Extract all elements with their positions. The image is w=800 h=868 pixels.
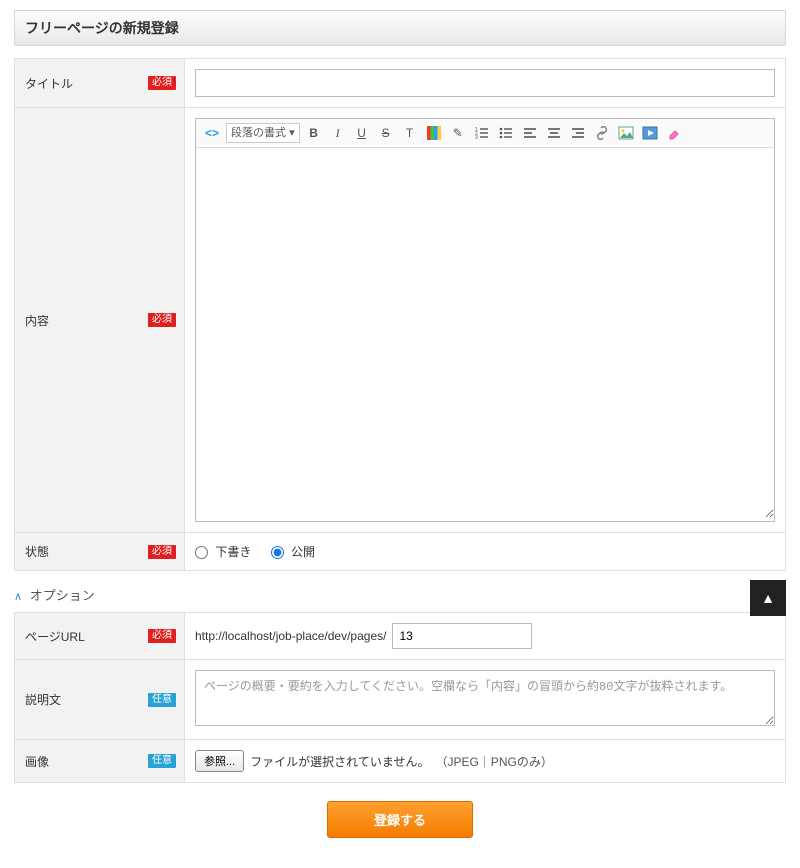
editor-toolbar: <> 段落の書式 ▾ B I U S T ✎ 123 [196, 119, 774, 148]
color-swatch-icon [427, 126, 441, 140]
align-right-icon[interactable] [568, 123, 588, 143]
url-label: ページURL [25, 630, 85, 644]
content-textarea[interactable] [196, 148, 774, 518]
paragraph-format-label: 段落の書式 [231, 127, 286, 139]
underline-icon[interactable]: U [352, 123, 372, 143]
strikethrough-icon[interactable]: S [376, 123, 396, 143]
status-label-cell: 状態 必須 [15, 533, 185, 571]
content-label-cell: 内容 必須 [15, 108, 185, 533]
status-label: 状態 [25, 545, 49, 559]
status-publish-option[interactable]: 公開 [271, 545, 315, 559]
browse-file-button[interactable]: 参照... [195, 750, 244, 772]
url-input-cell: http://localhost/job-place/dev/pages/ [185, 613, 786, 660]
ordered-list-icon[interactable]: 123 [472, 123, 492, 143]
options-section-toggle[interactable]: ∧ オプション [14, 585, 786, 604]
submit-button[interactable]: 登録する [327, 801, 473, 838]
svg-text:3: 3 [475, 135, 478, 140]
back-to-top-button[interactable]: ▲ [750, 580, 786, 616]
edit-pencil-icon[interactable]: ✎ [448, 123, 468, 143]
optional-badge: 任意 [148, 754, 176, 768]
align-left-icon[interactable] [520, 123, 540, 143]
content-label: 内容 [25, 314, 49, 328]
status-draft-radio[interactable] [195, 546, 208, 559]
page-title-text: フリーページの新規登録 [25, 20, 179, 36]
arrow-up-icon: ▲ [761, 590, 775, 606]
page-title: フリーページの新規登録 [14, 10, 786, 46]
link-icon[interactable] [592, 123, 612, 143]
paragraph-format-select[interactable]: 段落の書式 ▾ [226, 123, 300, 143]
options-heading: オプション [30, 588, 95, 603]
title-label-cell: タイトル 必須 [15, 59, 185, 108]
file-format-hint: （JPEG｜PNGのみ） [435, 753, 552, 770]
status-draft-option[interactable]: 下書き [195, 545, 255, 559]
required-badge: 必須 [148, 629, 176, 643]
media-icon[interactable] [640, 123, 660, 143]
image-input-cell: 参照... ファイルが選択されていません。 （JPEG｜PNGのみ） [185, 740, 786, 783]
title-input[interactable] [195, 69, 775, 97]
clear-format-icon[interactable]: T [400, 123, 420, 143]
bold-icon[interactable]: B [304, 123, 324, 143]
caret-up-icon: ∧ [14, 590, 22, 603]
required-badge: 必須 [148, 76, 176, 90]
required-badge: 必須 [148, 545, 176, 559]
image-label-cell: 画像 任意 [15, 740, 185, 783]
status-publish-radio[interactable] [271, 546, 284, 559]
submit-row: 登録する [14, 801, 786, 838]
text-color-icon[interactable] [424, 123, 444, 143]
description-label-cell: 説明文 任意 [15, 660, 185, 740]
eraser-icon[interactable] [664, 123, 684, 143]
italic-icon[interactable]: I [328, 123, 348, 143]
code-icon[interactable]: <> [202, 123, 222, 143]
url-prefix-text: http://localhost/job-place/dev/pages/ [195, 629, 386, 643]
options-form-table: ページURL 必須 http://localhost/job-place/dev… [14, 612, 786, 783]
main-form-table: タイトル 必須 内容 必須 <> 段落の書式 ▾ [14, 58, 786, 571]
chevron-down-icon: ▾ [289, 127, 295, 139]
content-editor-cell: <> 段落の書式 ▾ B I U S T ✎ 123 [185, 108, 786, 533]
description-textarea[interactable] [195, 670, 775, 726]
description-input-cell [185, 660, 786, 740]
title-label: タイトル [25, 77, 73, 91]
required-badge: 必須 [148, 313, 176, 327]
rich-text-editor: <> 段落の書式 ▾ B I U S T ✎ 123 [195, 118, 775, 522]
optional-badge: 任意 [148, 693, 176, 707]
url-slug-input[interactable] [392, 623, 532, 649]
description-label: 説明文 [25, 693, 61, 707]
unordered-list-icon[interactable] [496, 123, 516, 143]
url-label-cell: ページURL 必須 [15, 613, 185, 660]
image-label: 画像 [25, 755, 49, 769]
title-input-cell [185, 59, 786, 108]
image-icon[interactable] [616, 123, 636, 143]
align-center-icon[interactable] [544, 123, 564, 143]
status-radio-group: 下書き 公開 [185, 533, 786, 571]
status-publish-label: 公開 [291, 545, 315, 559]
status-draft-label: 下書き [215, 545, 251, 559]
file-status-text: ファイルが選択されていません。 [250, 753, 429, 770]
